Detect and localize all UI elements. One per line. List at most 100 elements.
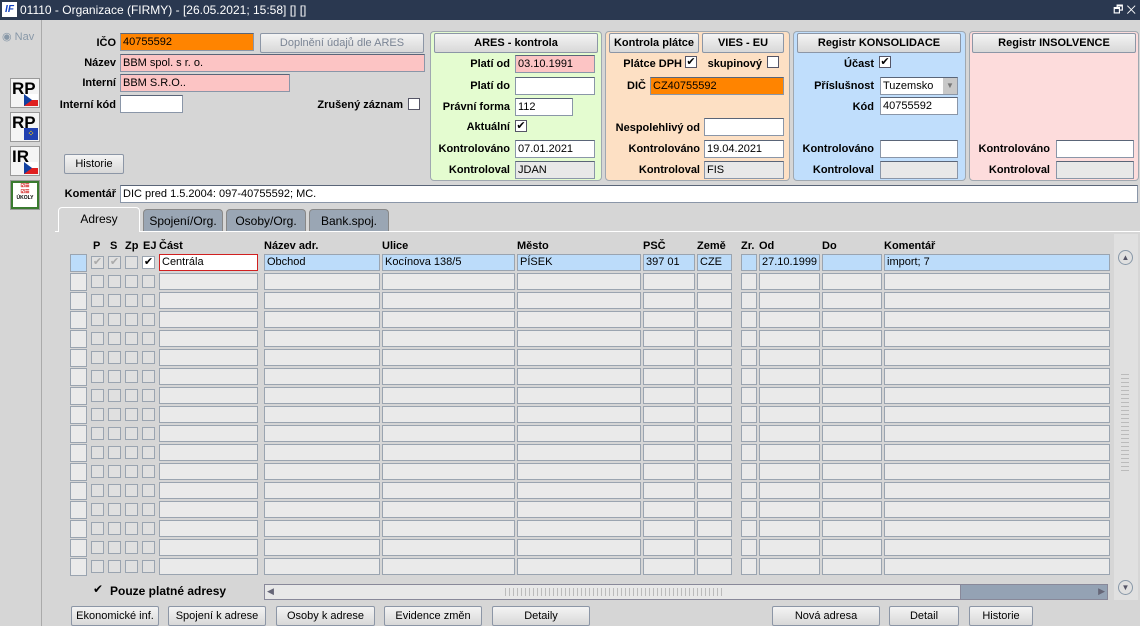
zr-cell[interactable]: [741, 311, 757, 328]
skupinovy-checkbox[interactable]: [767, 56, 779, 68]
psc-cell[interactable]: [643, 463, 695, 480]
zp-checkbox[interactable]: [125, 503, 138, 516]
mesto-cell[interactable]: [517, 482, 641, 499]
cast-cell[interactable]: [159, 330, 258, 347]
pouze-platne-checkbox[interactable]: ✔: [92, 583, 104, 596]
komentar-cell[interactable]: [884, 292, 1110, 309]
zeme-cell[interactable]: [697, 368, 732, 385]
do-cell[interactable]: [822, 501, 882, 518]
interni-kod-field[interactable]: [120, 95, 183, 113]
zr-cell[interactable]: [741, 482, 757, 499]
psc-cell[interactable]: [643, 292, 695, 309]
od-cell[interactable]: [759, 406, 820, 423]
ulice-cell[interactable]: [382, 349, 515, 366]
od-cell[interactable]: [759, 520, 820, 537]
rp-eu-button[interactable]: RP ⁘: [10, 112, 40, 142]
ukoly-button[interactable]: ☑☰ ☑☰ ÚKOLY: [10, 180, 40, 210]
registr-konsolidace-button[interactable]: Registr KONSOLIDACE: [797, 33, 961, 53]
mesto-cell[interactable]: [517, 292, 641, 309]
komentar-cell[interactable]: [884, 501, 1110, 518]
psc-cell[interactable]: [643, 482, 695, 499]
p-checkbox[interactable]: ✔: [91, 256, 104, 269]
ulice-cell[interactable]: [382, 273, 515, 290]
zeme-cell[interactable]: [697, 311, 732, 328]
komentar-cell[interactable]: [884, 311, 1110, 328]
row-selector[interactable]: [70, 273, 87, 291]
nova-adresa-button[interactable]: Nová adresa: [772, 606, 880, 626]
od-cell[interactable]: 27.10.1999: [759, 254, 820, 271]
mesto-cell[interactable]: [517, 349, 641, 366]
komentar-cell[interactable]: [884, 349, 1110, 366]
ulice-cell[interactable]: [382, 482, 515, 499]
do-cell[interactable]: [822, 292, 882, 309]
row-selector[interactable]: [70, 425, 87, 443]
ej-checkbox[interactable]: [142, 389, 155, 402]
mesto-cell[interactable]: [517, 311, 641, 328]
do-cell[interactable]: [822, 387, 882, 404]
s-checkbox[interactable]: [108, 294, 121, 307]
do-cell[interactable]: [822, 368, 882, 385]
row-selector[interactable]: [70, 558, 87, 576]
ico-field[interactable]: 40755592: [120, 33, 254, 51]
p-checkbox[interactable]: [91, 503, 104, 516]
komentar-cell[interactable]: [884, 368, 1110, 385]
komentar-cell[interactable]: import; 7: [884, 254, 1110, 271]
platce-kontrolovano-field[interactable]: 19.04.2021: [704, 140, 784, 158]
od-cell[interactable]: [759, 501, 820, 518]
zr-cell[interactable]: [741, 520, 757, 537]
do-cell[interactable]: [822, 254, 882, 271]
od-cell[interactable]: [759, 539, 820, 556]
do-cell[interactable]: [822, 330, 882, 347]
zp-checkbox[interactable]: [125, 484, 138, 497]
p-checkbox[interactable]: [91, 560, 104, 573]
zp-checkbox[interactable]: [125, 522, 138, 535]
s-checkbox[interactable]: [108, 408, 121, 421]
p-checkbox[interactable]: [91, 294, 104, 307]
p-checkbox[interactable]: [91, 351, 104, 364]
mesto-cell[interactable]: [517, 273, 641, 290]
osoby-k-adrese-button[interactable]: Osoby k adrese: [276, 606, 375, 626]
ucast-checkbox[interactable]: ✔: [879, 56, 891, 68]
s-checkbox[interactable]: [108, 351, 121, 364]
p-checkbox[interactable]: [91, 465, 104, 478]
s-checkbox[interactable]: [108, 446, 121, 459]
ej-checkbox[interactable]: [142, 332, 155, 345]
zr-cell[interactable]: [741, 425, 757, 442]
psc-cell[interactable]: [643, 539, 695, 556]
row-selector[interactable]: [70, 387, 87, 405]
komentar-cell[interactable]: [884, 273, 1110, 290]
p-checkbox[interactable]: [91, 522, 104, 535]
interni-field[interactable]: BBM S.R.O..: [120, 74, 290, 92]
zr-cell[interactable]: [741, 292, 757, 309]
od-cell[interactable]: [759, 444, 820, 461]
s-checkbox[interactable]: [108, 503, 121, 516]
nazev-cell[interactable]: [264, 482, 380, 499]
psc-cell[interactable]: [643, 368, 695, 385]
row-selector[interactable]: [70, 254, 87, 272]
nespolehlivy-field[interactable]: [704, 118, 784, 136]
zp-checkbox[interactable]: [125, 256, 138, 269]
psc-cell[interactable]: [643, 444, 695, 461]
ej-checkbox[interactable]: [142, 446, 155, 459]
scroll-right-icon[interactable]: ▶: [1098, 586, 1105, 597]
row-selector[interactable]: [70, 330, 87, 348]
ej-checkbox[interactable]: [142, 541, 155, 554]
psc-cell[interactable]: [643, 273, 695, 290]
p-checkbox[interactable]: [91, 541, 104, 554]
ej-checkbox[interactable]: [142, 313, 155, 326]
od-cell[interactable]: [759, 349, 820, 366]
nazev-cell[interactable]: [264, 406, 380, 423]
do-cell[interactable]: [822, 311, 882, 328]
ins-kontrolovano-field[interactable]: [1056, 140, 1134, 158]
ulice-cell[interactable]: [382, 311, 515, 328]
horizontal-scrollbar[interactable]: ◀ ▶: [264, 584, 1108, 600]
platce-dph-checkbox[interactable]: ✔: [685, 56, 697, 68]
zeme-cell[interactable]: [697, 501, 732, 518]
s-checkbox[interactable]: [108, 465, 121, 478]
zeme-cell[interactable]: [697, 539, 732, 556]
ulice-cell[interactable]: [382, 558, 515, 575]
zeme-cell[interactable]: [697, 444, 732, 461]
nazev-cell[interactable]: [264, 425, 380, 442]
s-checkbox[interactable]: [108, 427, 121, 440]
ej-checkbox[interactable]: [142, 465, 155, 478]
